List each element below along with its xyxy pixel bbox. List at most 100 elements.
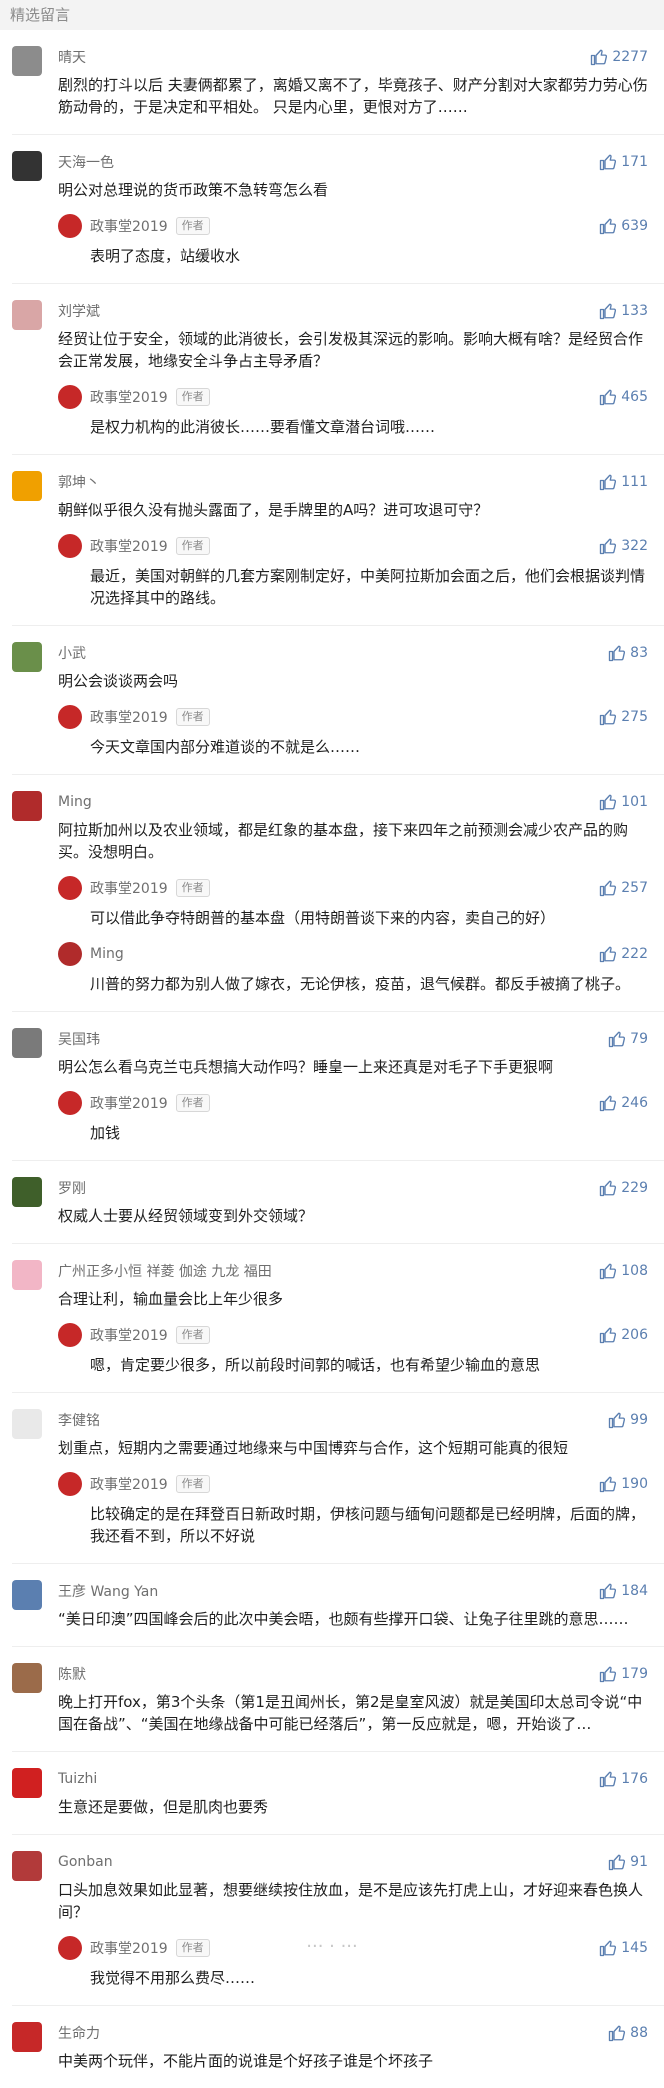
like-count: 322 (621, 538, 648, 554)
author-badge: 作者 (175, 388, 210, 406)
reply-text: 是权力机构的此消彼长……要看懂文章潜台词哦…… (90, 418, 436, 436)
like-button[interactable]: 322 (599, 537, 648, 555)
comment-feed: 晴天 2277 剧烈的打斗以后 夫妻俩都累了，离婚又离不了，毕竟孩子、财产分割对… (0, 30, 664, 2088)
like-count: 229 (621, 1180, 648, 1196)
author-badge: 作者 (175, 1326, 210, 1344)
reply-text: 比较确定的是在拜登百日新政时期，伊核问题与缅甸问题都是已经明牌，后面的牌，我还看… (90, 1505, 646, 1545)
reply-text: 表明了态度，站缓收水 (90, 247, 241, 265)
like-count: 99 (630, 1412, 648, 1428)
like-button[interactable]: 101 (599, 793, 648, 811)
avatar (12, 300, 42, 330)
comment-item: 陈默 179 晚上打开fox，第3个头条（第1是丑闻州长，第2是皇室风波）就是美… (0, 1647, 664, 1751)
like-count: 184 (621, 1583, 648, 1599)
like-count: 465 (621, 389, 648, 405)
like-button[interactable]: 190 (599, 1475, 648, 1493)
avatar (12, 1028, 42, 1058)
reply-text: 今天文章国内部分难道谈的不就是么…… (90, 738, 361, 756)
comment-author: 小武 (58, 646, 86, 662)
author-reply: 政事堂2019 作者 257 可以借此争夺特朗普的基本盘（用特朗普谈下来的内容，… (58, 875, 648, 929)
like-count: 2277 (612, 49, 648, 65)
thumb-up-icon (600, 538, 617, 555)
like-count: 246 (621, 1095, 648, 1111)
comment-text: 中美两个玩伴，不能片面的说谁是个好孩子谁是个坏孩子 (58, 2052, 434, 2070)
avatar (12, 642, 42, 672)
comment-text: 阿拉斯加州以及农业领域，都是红象的基本盘，接下来四年之前预测会减少农产品的购买。… (58, 821, 629, 861)
like-button[interactable]: 179 (599, 1665, 648, 1683)
thumb-up-icon (600, 218, 617, 235)
comment-item: Gonban 91 口头加息效果如此显著，想要继续按住放血，是不是应该先打虎上山… (0, 1835, 664, 2005)
loading-indicator: ··· · ··· (306, 1936, 358, 1957)
comment-text: 剧烈的打斗以后 夫妻俩都累了，离婚又离不了，毕竟孩子、财产分割对大家都劳力劳心伤… (58, 76, 648, 116)
comment-text: 经贸让位于安全，领域的此消彼长，会引发极其深远的影响。影响大概有啥？是经贸合作会… (58, 330, 644, 370)
thumb-up-icon (600, 1583, 617, 1600)
avatar (12, 1409, 42, 1439)
comment-text: 明公对总理说的货币政策不急转弯怎么看 (58, 181, 329, 199)
reply-author: 政事堂2019 (90, 390, 168, 406)
comment-author: 陈默 (58, 1667, 86, 1683)
like-button[interactable]: 88 (608, 2024, 648, 2042)
author-reply: 政事堂2019 作者 639 表明了态度，站缓收水 (58, 213, 648, 267)
user-reply: Ming 222 川普的努力都为别人做了嫁衣，无论伊核，疫苗，退气候群。都反手被… (58, 941, 648, 995)
comment-item: 罗刚 229 权威人士要从经贸领域变到外交领域？ (0, 1161, 664, 1243)
like-button[interactable]: 171 (599, 153, 648, 171)
like-button[interactable]: 275 (599, 708, 648, 726)
avatar (12, 1768, 42, 1798)
reply-author: 政事堂2019 (90, 539, 168, 555)
author-reply: 政事堂2019 作者 246 加钱 (58, 1090, 648, 1144)
like-count: 206 (621, 1327, 648, 1343)
like-button[interactable]: 222 (599, 945, 648, 963)
like-button[interactable]: 108 (599, 1262, 648, 1280)
comment-item: 李健铭 99 划重点，短期内之需要通过地缘来与中国博弈与合作，这个短期可能真的很… (0, 1393, 664, 1563)
like-button[interactable]: 184 (599, 1582, 648, 1600)
thumb-up-icon (600, 154, 617, 171)
like-count: 79 (630, 1031, 648, 1047)
like-button[interactable]: 83 (608, 644, 648, 662)
avatar (58, 705, 82, 729)
like-button[interactable]: 639 (599, 217, 648, 235)
comment-text: 朝鲜似乎很久没有抛头露面了，是手牌里的A吗？进可攻退可守？ (58, 501, 489, 519)
like-button[interactable]: 99 (608, 1411, 648, 1429)
comment-text: 划重点，短期内之需要通过地缘来与中国博弈与合作，这个短期可能真的很短 (58, 1439, 569, 1457)
thumb-up-icon (600, 1476, 617, 1493)
avatar (58, 876, 82, 900)
section-header: 精选留言 (0, 0, 664, 30)
like-button[interactable]: 91 (608, 1853, 648, 1871)
comment-author: 刘学斌 (58, 304, 100, 320)
author-reply: 政事堂2019 作者 190 比较确定的是在拜登百日新政时期，伊核问题与缅甸问题… (58, 1471, 648, 1547)
like-button[interactable]: 229 (599, 1179, 648, 1197)
thumb-up-icon (600, 1327, 617, 1344)
avatar (58, 1091, 82, 1115)
thumb-up-icon (600, 1771, 617, 1788)
like-button[interactable]: 206 (599, 1326, 648, 1344)
reply-author: 政事堂2019 (90, 1477, 168, 1493)
like-button[interactable]: 176 (599, 1770, 648, 1788)
like-button[interactable]: 465 (599, 388, 648, 406)
reply-author: 政事堂2019 (90, 710, 168, 726)
thumb-up-icon (600, 880, 617, 897)
like-button[interactable]: 79 (608, 1030, 648, 1048)
section-title: 精选留言 (10, 6, 71, 24)
like-button[interactable]: 111 (599, 473, 648, 491)
author-reply: 政事堂2019 作者 206 嗯，肯定要少很多，所以前段时间郭的喊话，也有希望少… (58, 1322, 648, 1376)
author-reply: 政事堂2019 作者 322 最近，美国对朝鲜的几套方案刚制定好，中美阿拉斯加会… (58, 533, 648, 609)
like-button[interactable]: 133 (599, 302, 648, 320)
comment-item: 晴天 2277 剧烈的打斗以后 夫妻俩都累了，离婚又离不了，毕竟孩子、财产分割对… (0, 30, 664, 134)
author-reply: 政事堂2019 作者 465 是权力机构的此消彼长……要看懂文章潜台词哦…… (58, 384, 648, 438)
avatar (12, 1851, 42, 1881)
comment-text: 口头加息效果如此显著，想要继续按住放血，是不是应该先打虎上山，才好迎来春色换人间… (58, 1881, 644, 1921)
like-count: 179 (621, 1666, 648, 1682)
comment-text: 明公怎么看乌克兰屯兵想搞大动作吗？睡皇一上来还真是对毛子下手更狠啊 (58, 1058, 554, 1076)
avatar (58, 385, 82, 409)
reply-author: 政事堂2019 (90, 1328, 168, 1344)
comment-author: 李健铭 (58, 1413, 100, 1429)
like-button[interactable]: 2277 (590, 48, 648, 66)
thumb-up-icon (600, 1180, 617, 1197)
thumb-up-icon (600, 1095, 617, 1112)
comment-text: “美日印澳”四国峰会后的此次中美会晤，也颇有些撑开口袋、让兔子往里跳的意思…… (58, 1610, 629, 1628)
like-button[interactable]: 246 (599, 1094, 648, 1112)
avatar (12, 471, 42, 501)
avatar (58, 214, 82, 238)
comment-author: Ming (58, 794, 92, 810)
comment-text: 晚上打开fox，第3个头条（第1是丑闻州长，第2是皇室风波）就是美国印太总司令说… (58, 1693, 643, 1733)
like-button[interactable]: 257 (599, 879, 648, 897)
